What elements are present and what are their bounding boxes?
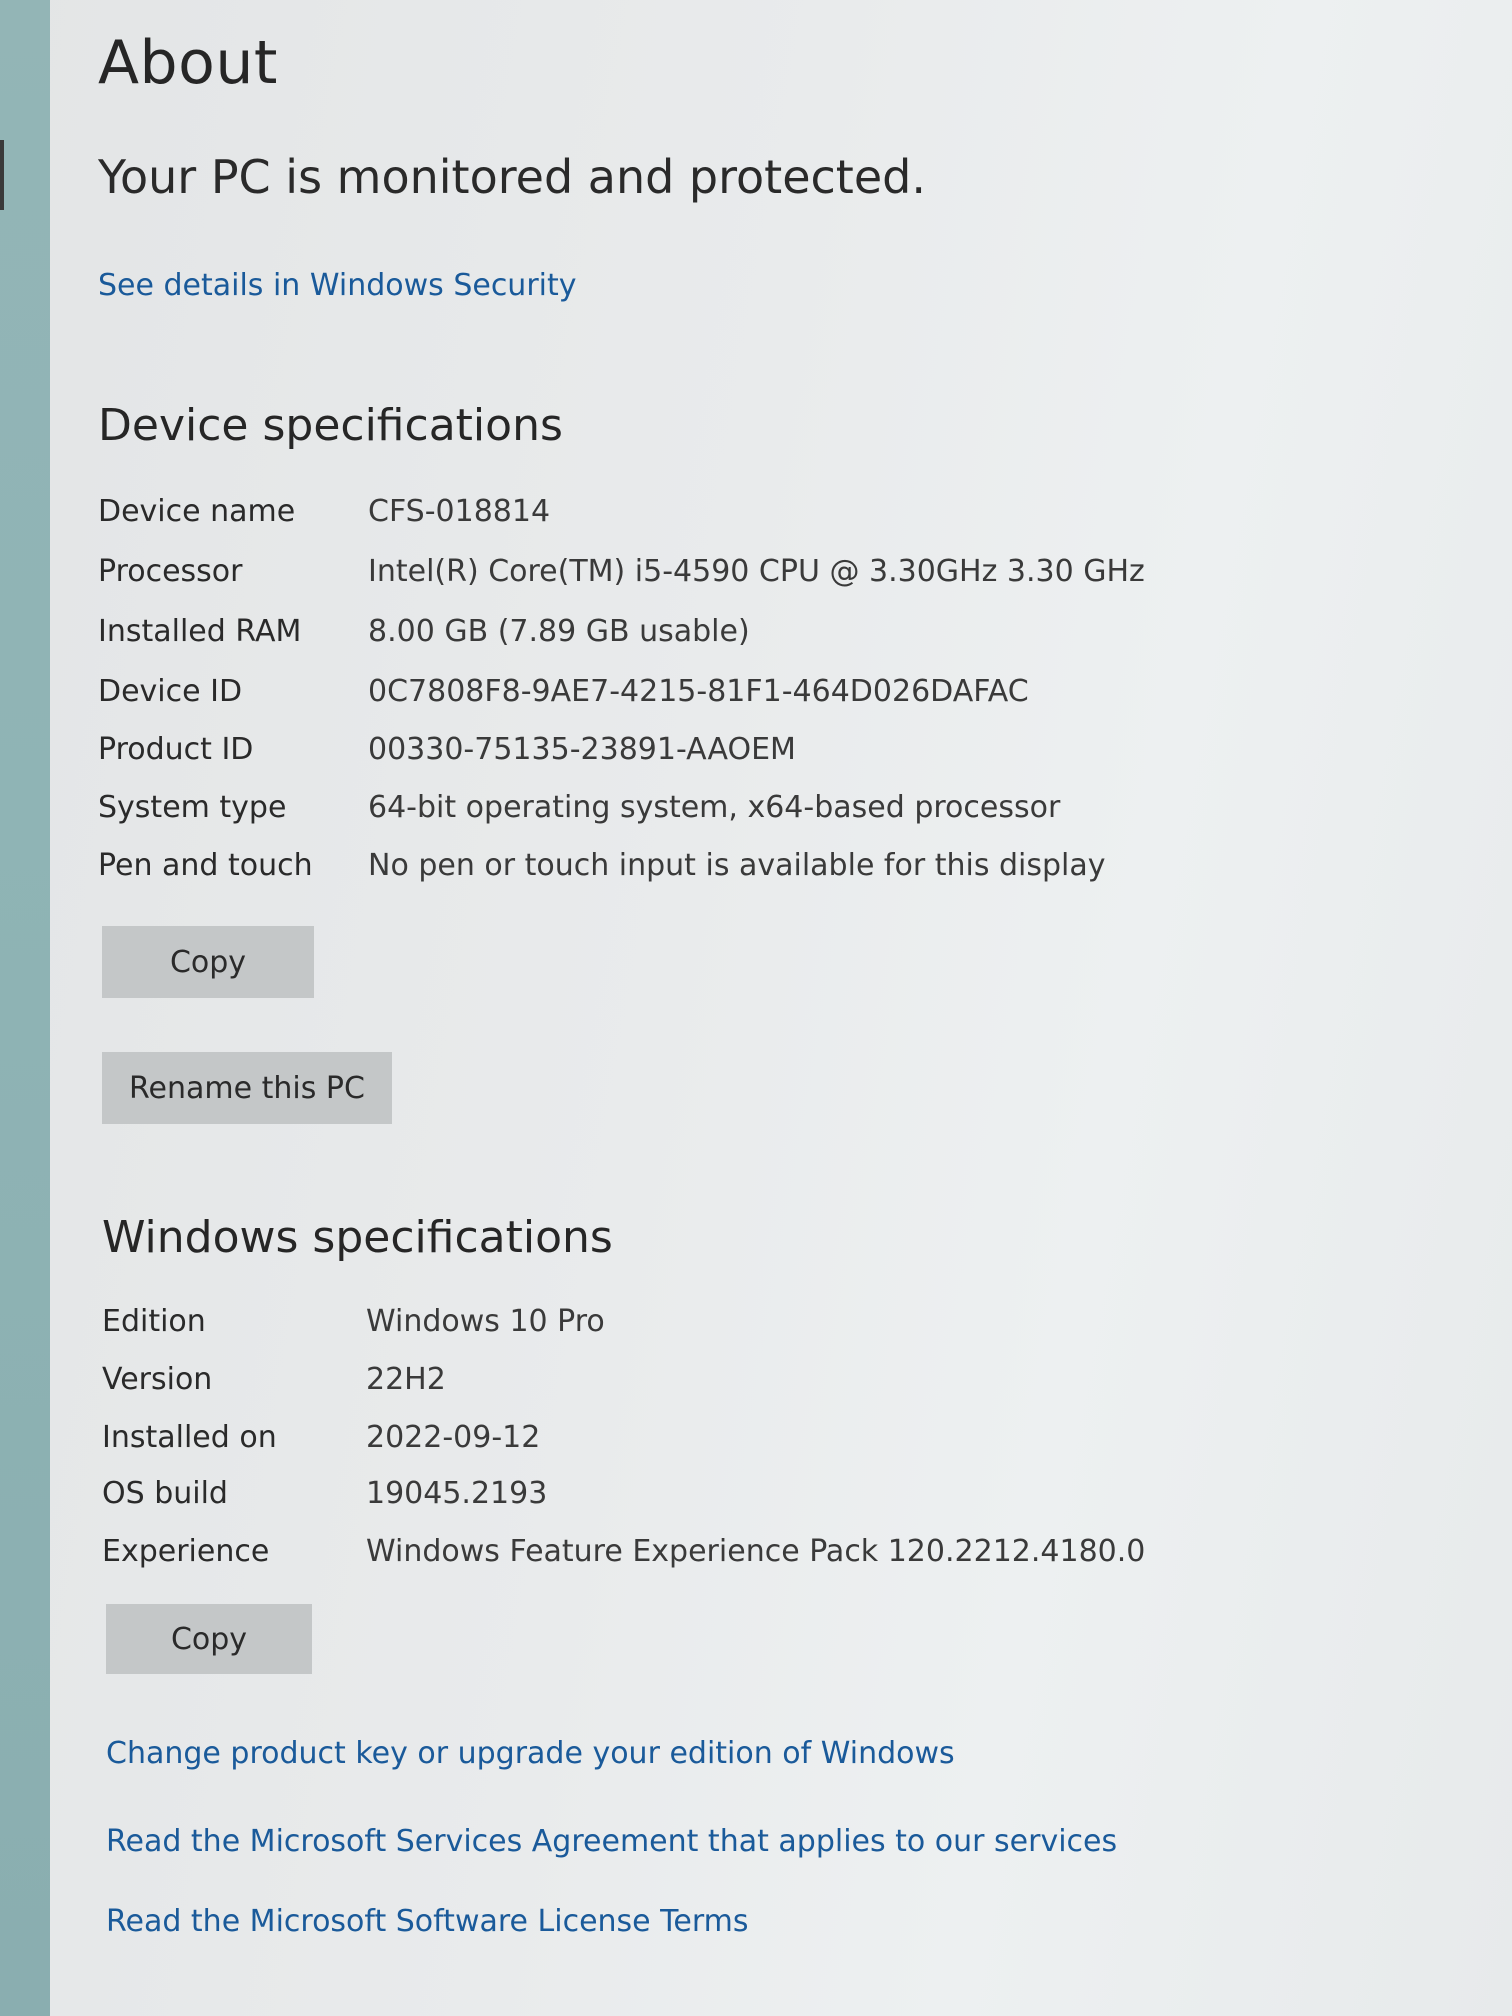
spec-value: No pen or touch input is available for t… (368, 848, 1106, 883)
spec-value: 2022-09-12 (366, 1420, 541, 1455)
spec-value: CFS-018814 (368, 494, 551, 529)
spec-value: 64-bit operating system, x64-based proce… (368, 790, 1061, 825)
spec-label: System type (98, 790, 287, 825)
spec-value: 0C7808F8-9AE7-4215-81F1-464D026DAFAC (368, 674, 1029, 709)
copy-device-specs-button[interactable]: Copy (102, 926, 314, 998)
windows-specifications-heading: Windows specifications (102, 1212, 613, 1263)
spec-label: Installed RAM (98, 614, 302, 649)
windows-security-link[interactable]: See details in Windows Security (98, 268, 577, 303)
spec-value: 00330-75135-23891-AAOEM (368, 732, 796, 767)
spec-label: Device name (98, 494, 296, 529)
spec-label: Product ID (98, 732, 254, 767)
spec-label: Processor (98, 554, 243, 589)
spec-label: OS build (102, 1476, 228, 1511)
spec-label: Version (102, 1362, 213, 1397)
spec-value: Intel(R) Core(TM) i5-4590 CPU @ 3.30GHz … (368, 554, 1145, 589)
spec-label: Edition (102, 1304, 206, 1339)
rename-pc-button[interactable]: Rename this PC (102, 1052, 392, 1124)
security-status-text: Your PC is monitored and protected. (98, 150, 926, 204)
sidebar-selection-indicator (0, 140, 4, 210)
spec-value: Windows Feature Experience Pack 120.2212… (366, 1534, 1146, 1569)
services-agreement-link[interactable]: Read the Microsoft Services Agreement th… (106, 1824, 1117, 1859)
spec-label: Experience (102, 1534, 270, 1569)
spec-label: Installed on (102, 1420, 277, 1455)
device-specifications-heading: Device specifications (98, 400, 563, 451)
spec-label: Device ID (98, 674, 243, 709)
spec-value: 8.00 GB (7.89 GB usable) (368, 614, 750, 649)
sidebar-edge (0, 0, 50, 2016)
spec-value: 19045.2193 (366, 1476, 548, 1511)
spec-label: Pen and touch (98, 848, 313, 883)
change-product-key-link[interactable]: Change product key or upgrade your editi… (106, 1736, 955, 1771)
license-terms-link[interactable]: Read the Microsoft Software License Term… (106, 1904, 749, 1939)
spec-value: Windows 10 Pro (366, 1304, 605, 1339)
copy-windows-specs-button[interactable]: Copy (106, 1604, 312, 1674)
page-title: About (98, 28, 278, 98)
spec-value: 22H2 (366, 1362, 446, 1397)
